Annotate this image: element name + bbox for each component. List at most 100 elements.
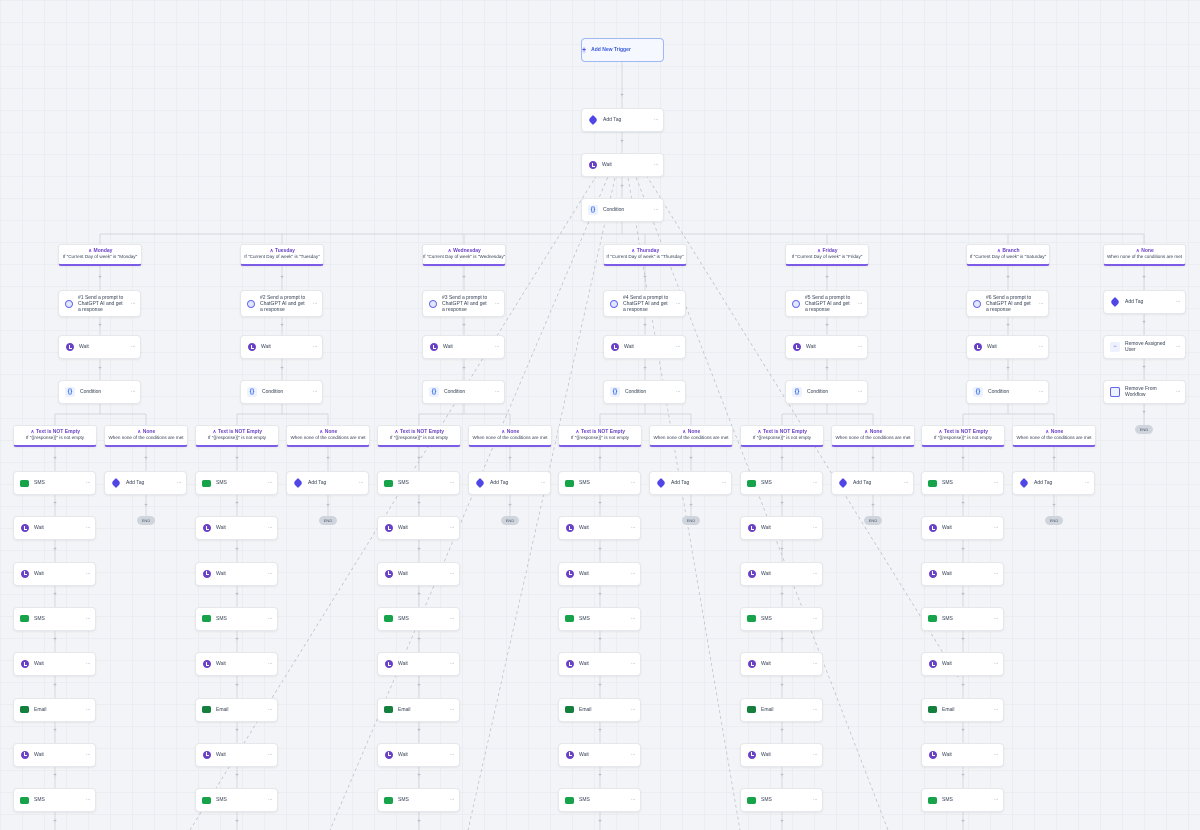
more-menu-icon[interactable]: ···: [490, 344, 504, 350]
add-step-button[interactable]: +: [52, 547, 58, 553]
workflow-canvas[interactable]: + Add New Trigger + Add Tag ··· + Wait ··· + {}…: [0, 0, 1200, 830]
more-menu-icon[interactable]: ···: [808, 480, 822, 486]
add-step-button[interactable]: +: [143, 456, 149, 462]
add-step-button[interactable]: +: [234, 728, 240, 734]
condition-step-node[interactable]: {} Condition ···: [785, 380, 868, 404]
add-tag-step-node[interactable]: Add Tag ···: [468, 471, 551, 495]
add-step-button[interactable]: +: [597, 592, 603, 598]
add-step-button[interactable]: +: [416, 592, 422, 598]
more-menu-icon[interactable]: ···: [1171, 344, 1185, 350]
branch-thursday[interactable]: ∧ Thursday If "Current Day of week" is "Th…: [603, 244, 687, 266]
add-step-button[interactable]: +: [597, 547, 603, 553]
email-step-node[interactable]: Email ···: [921, 697, 1004, 722]
add-step-button[interactable]: +: [97, 275, 103, 281]
branch-none[interactable]: ∧ None When none of the conditions are met: [831, 425, 915, 447]
tag-main-node[interactable]: Add Tag ···: [581, 108, 664, 132]
sms-step-node[interactable]: SMS ···: [740, 471, 823, 495]
more-menu-icon[interactable]: ···: [308, 301, 322, 307]
wait-step-node[interactable]: Wait ···: [558, 561, 641, 586]
wait-step-node[interactable]: Wait ···: [921, 742, 1004, 767]
more-menu-icon[interactable]: ···: [626, 616, 640, 622]
wait-step-node[interactable]: Wait ···: [603, 335, 686, 359]
sms-step-node[interactable]: SMS ···: [558, 471, 641, 495]
wait-step-node[interactable]: Wait ···: [240, 335, 323, 359]
branch-text-not-empty[interactable]: ∧ Text is NOT Empty If "{{response}}" is n…: [740, 425, 824, 447]
more-menu-icon[interactable]: ···: [671, 389, 685, 395]
wait-step-node[interactable]: Wait ···: [921, 516, 1004, 541]
add-step-button[interactable]: +: [1051, 503, 1057, 509]
wait-step-node[interactable]: Wait ···: [921, 561, 1004, 586]
more-menu-icon[interactable]: ···: [989, 571, 1003, 577]
more-menu-icon[interactable]: ···: [490, 389, 504, 395]
add-step-button[interactable]: +: [597, 501, 603, 507]
more-menu-icon[interactable]: ···: [81, 480, 95, 486]
add-step-button[interactable]: +: [416, 547, 422, 553]
chatgpt-step-node[interactable]: #1 Send a prompt to ChatGPT AI and get a…: [58, 290, 141, 317]
condition-step-node[interactable]: {} Condition ···: [240, 380, 323, 404]
more-menu-icon[interactable]: ···: [308, 389, 322, 395]
branch-none[interactable]: ∧ None When none of the conditions are met: [1012, 425, 1096, 447]
wait-step-node[interactable]: Wait ···: [377, 742, 460, 767]
add-step-button[interactable]: +: [234, 773, 240, 779]
add-tag-step-node[interactable]: Add Tag ···: [1012, 471, 1095, 495]
more-menu-icon[interactable]: ···: [81, 661, 95, 667]
add-step-button[interactable]: +: [325, 456, 331, 462]
wait-step-node[interactable]: Wait ···: [740, 516, 823, 541]
chatgpt-step-node[interactable]: #6 Send a prompt to ChatGPT AI and get a…: [966, 290, 1049, 317]
more-menu-icon[interactable]: ···: [808, 752, 822, 758]
more-menu-icon[interactable]: ···: [808, 661, 822, 667]
more-menu-icon[interactable]: ···: [989, 525, 1003, 531]
sms-step-node[interactable]: SMS ···: [377, 471, 460, 495]
more-menu-icon[interactable]: ···: [263, 616, 277, 622]
more-menu-icon[interactable]: ···: [671, 301, 685, 307]
add-step-button[interactable]: +: [234, 683, 240, 689]
sms-step-node[interactable]: SMS ···: [13, 471, 96, 495]
more-menu-icon[interactable]: ···: [899, 480, 913, 486]
more-menu-icon[interactable]: ···: [81, 797, 95, 803]
email-step-node[interactable]: Email ···: [740, 697, 823, 722]
add-step-button[interactable]: +: [507, 456, 513, 462]
add-step-button[interactable]: +: [325, 503, 331, 509]
more-menu-icon[interactable]: ···: [81, 752, 95, 758]
wait-step-node[interactable]: Wait ···: [195, 561, 278, 586]
more-menu-icon[interactable]: ···: [81, 616, 95, 622]
more-menu-icon[interactable]: ···: [626, 525, 640, 531]
add-step-button[interactable]: +: [960, 501, 966, 507]
sms-step-node[interactable]: SMS ···: [377, 788, 460, 813]
more-menu-icon[interactable]: ···: [989, 797, 1003, 803]
wait-step-node[interactable]: Wait ···: [558, 742, 641, 767]
more-menu-icon[interactable]: ···: [263, 571, 277, 577]
wait-step-node[interactable]: Wait ···: [58, 335, 141, 359]
add-step-button[interactable]: +: [642, 323, 648, 329]
add-step-button[interactable]: +: [234, 456, 240, 462]
wait-step-node[interactable]: Wait ···: [195, 652, 278, 677]
chatgpt-step-node[interactable]: #3 Send a prompt to ChatGPT AI and get a…: [422, 290, 505, 317]
wait-step-node[interactable]: Wait ···: [921, 652, 1004, 677]
more-menu-icon[interactable]: ···: [263, 797, 277, 803]
add-step-button[interactable]: +: [960, 728, 966, 734]
add-step-button[interactable]: +: [52, 728, 58, 734]
remove-step-node[interactable]: Remove From Workflow ···: [1103, 380, 1186, 404]
add-step-button[interactable]: +: [1141, 410, 1147, 416]
add-step-button[interactable]: +: [779, 637, 785, 643]
sms-step-node[interactable]: SMS ···: [13, 788, 96, 813]
sms-step-node[interactable]: SMS ···: [377, 606, 460, 631]
branch-friday[interactable]: ∧ Friday If "Current Day of week" is "Frid…: [785, 244, 869, 266]
more-menu-icon[interactable]: ···: [1034, 344, 1048, 350]
add-step-button[interactable]: +: [279, 366, 285, 372]
more-menu-icon[interactable]: ···: [536, 480, 550, 486]
add-step-button[interactable]: +: [1005, 275, 1011, 281]
add-step-button[interactable]: +: [416, 819, 422, 825]
more-menu-icon[interactable]: ···: [717, 480, 731, 486]
more-menu-icon[interactable]: ···: [853, 389, 867, 395]
more-menu-icon[interactable]: ···: [626, 707, 640, 713]
wait-main-node[interactable]: Wait ···: [581, 153, 664, 177]
add-step-button[interactable]: +: [279, 323, 285, 329]
add-step-button[interactable]: +: [234, 637, 240, 643]
more-menu-icon[interactable]: ···: [989, 616, 1003, 622]
more-menu-icon[interactable]: ···: [263, 661, 277, 667]
chatgpt-step-node[interactable]: #5 Send a prompt to ChatGPT AI and get a…: [785, 290, 868, 317]
more-menu-icon[interactable]: ···: [853, 344, 867, 350]
more-menu-icon[interactable]: ···: [1034, 301, 1048, 307]
more-menu-icon[interactable]: ···: [808, 616, 822, 622]
